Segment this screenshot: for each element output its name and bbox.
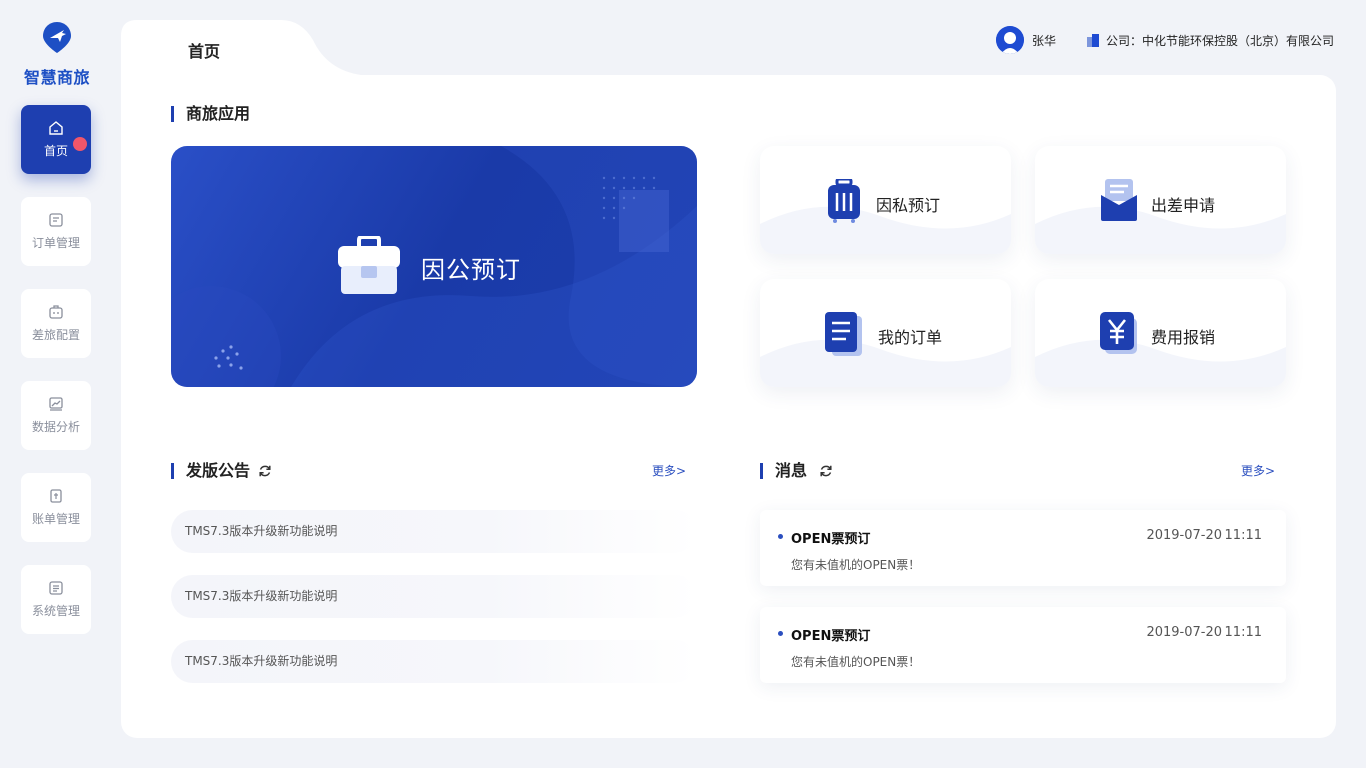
message-time: 11:11 — [1224, 625, 1262, 640]
briefcase-icon — [49, 305, 63, 319]
sidebar-item-bills[interactable]: 账单管理 — [21, 473, 91, 542]
personal-booking-tile[interactable]: 因私预订 — [760, 146, 1011, 254]
brand-name: 智慧商旅 — [23, 68, 90, 87]
notice-item[interactable]: TMS7.3版本升级新功能说明 — [171, 510, 697, 553]
apps-title-text: 商旅应用 — [186, 104, 251, 123]
sidebar-item-label: 数据分析 — [31, 420, 80, 434]
sidebar-item-label: 差旅配置 — [31, 328, 80, 342]
messages-title-text: 消息 — [775, 461, 808, 480]
message-body: 您有未值机的OPEN票！ — [791, 558, 921, 572]
sidebar-item-analytics[interactable]: 数据分析 — [21, 381, 91, 450]
message-item[interactable]: OPEN票预订 2019-07-20 11:11 您有未值机的OPEN票！ — [760, 607, 1286, 683]
message-body: 您有未值机的OPEN票！ — [791, 655, 921, 669]
tile-label: 费用报销 — [1151, 328, 1216, 347]
messages-section-title: 消息 — [760, 463, 833, 479]
plane-logo-icon — [43, 22, 71, 53]
briefcase-icon — [338, 236, 400, 294]
sidebar-item-label: 系统管理 — [31, 604, 80, 618]
sidebar-item-label: 账单管理 — [31, 512, 80, 526]
tile-label: 因私预订 — [876, 196, 941, 215]
document-icon — [825, 312, 862, 356]
messages-more-link[interactable]: 更多> — [1241, 462, 1275, 479]
refresh-icon[interactable] — [258, 464, 272, 478]
bullet-dot-icon — [778, 631, 783, 636]
message-item[interactable]: OPEN票预订 2019-07-20 11:11 您有未值机的OPEN票！ — [760, 510, 1286, 586]
bill-icon — [50, 489, 62, 503]
business-booking-card[interactable]: 因公预订 — [171, 146, 697, 387]
building-icon — [1086, 34, 1099, 47]
tile-label: 出差申请 — [1151, 196, 1216, 215]
sidebar-nav: 首页 订单管理 差旅配置 数据分析 账单管理 系统管理 — [21, 105, 91, 657]
apps-section-title: 商旅应用 — [171, 106, 250, 122]
message-title: OPEN票预订 — [791, 532, 871, 547]
notices-title-text: 发版公告 — [186, 461, 251, 480]
order-icon — [49, 213, 63, 227]
luggage-icon — [828, 179, 860, 223]
notification-dot — [73, 137, 87, 151]
sidebar-item-system[interactable]: 系统管理 — [21, 565, 91, 634]
home-icon — [49, 121, 63, 135]
user-bar: 张华 公司：中化节能环保控股（北京）有限公司 — [995, 26, 1334, 54]
sidebar-item-orders[interactable]: 订单管理 — [21, 197, 91, 266]
sidebar-item-label: 首页 — [43, 144, 68, 158]
message-title: OPEN票预订 — [791, 629, 871, 644]
yuan-icon — [1100, 312, 1137, 354]
bullet-dot-icon — [778, 534, 783, 539]
expense-tile[interactable]: 费用报销 — [1035, 279, 1286, 387]
message-time: 11:11 — [1224, 528, 1262, 543]
sidebar-item-home[interactable]: 首页 — [21, 105, 91, 174]
notice-item[interactable]: TMS7.3版本升级新功能说明 — [171, 575, 697, 618]
sidebar-item-travel-config[interactable]: 差旅配置 — [21, 289, 91, 358]
user-name[interactable]: 张华 — [1032, 32, 1056, 49]
tile-label: 我的订单 — [878, 328, 943, 347]
notice-item[interactable]: TMS7.3版本升级新功能说明 — [171, 640, 697, 683]
refresh-icon[interactable] — [819, 464, 833, 478]
envelope-icon — [1101, 179, 1137, 221]
chart-icon — [49, 397, 63, 411]
tab-background — [121, 20, 421, 80]
message-date: 2019-07-20 — [1146, 528, 1222, 543]
my-orders-tile[interactable]: 我的订单 — [760, 279, 1011, 387]
company-name: 公司：中化节能环保控股（北京）有限公司 — [1105, 33, 1334, 48]
hero-label: 因公预订 — [421, 256, 521, 284]
travel-request-tile[interactable]: 出差申请 — [1035, 146, 1286, 254]
tab-home[interactable]: 首页 — [188, 38, 220, 62]
user-avatar-icon — [995, 26, 1024, 54]
message-date: 2019-07-20 — [1146, 625, 1222, 640]
avatar[interactable] — [995, 26, 1024, 54]
notices-more-link[interactable]: 更多> — [652, 462, 686, 479]
notices-section-title: 发版公告 — [171, 463, 272, 479]
system-icon — [49, 581, 63, 595]
brand[interactable]: 智慧商旅 — [18, 20, 96, 88]
sidebar-item-label: 订单管理 — [31, 236, 80, 250]
